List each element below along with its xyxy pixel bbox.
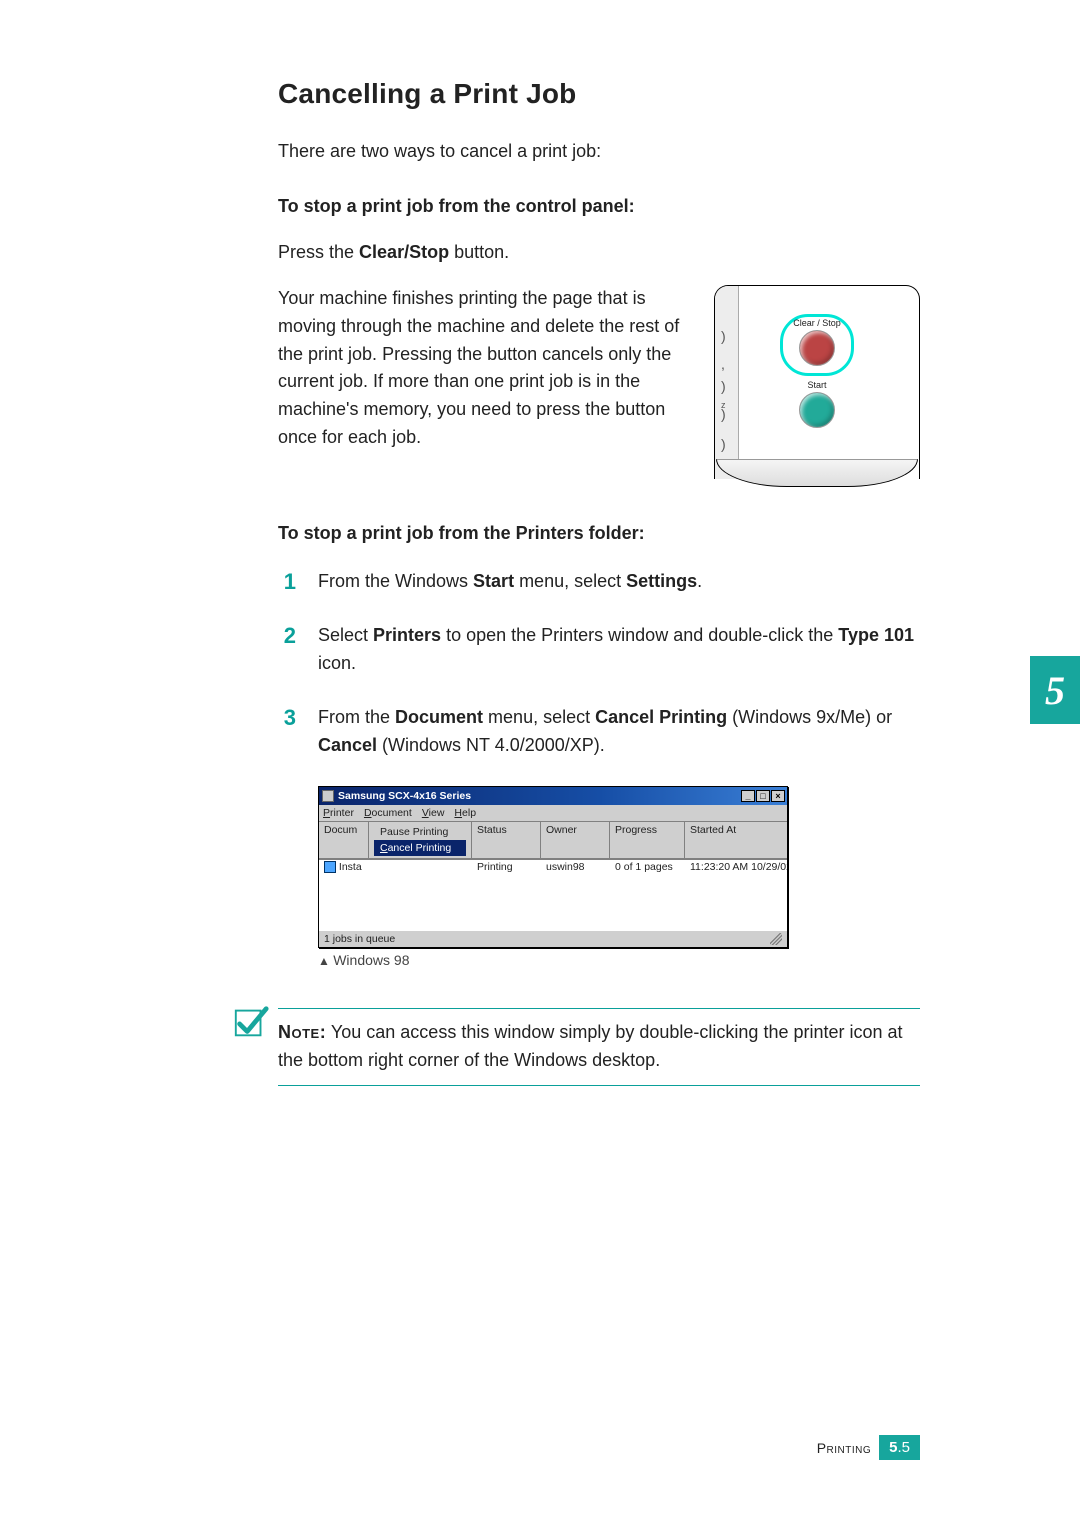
step-2: 2 Select Printers to open the Printers w…	[278, 622, 920, 678]
step-text: Select Printers to open the Printers win…	[318, 622, 920, 678]
col-owner[interactable]: Owner	[541, 822, 610, 858]
row-started: 11:23:20 AM 10/29/02	[685, 860, 787, 874]
footer-section: Printing	[817, 1440, 871, 1456]
press-suffix: button.	[449, 242, 509, 262]
section2-title: To stop a print job from the Printers fo…	[278, 523, 920, 544]
menu-pause-printing[interactable]: Pause Printing	[374, 824, 466, 840]
col-progress[interactable]: Progress	[610, 822, 685, 858]
row-progress: 0 of 1 pages	[610, 860, 685, 874]
step-number: 3	[278, 704, 296, 760]
column-headers: Docum Pause Printing Cancel Printing Sta…	[319, 822, 787, 859]
col-document[interactable]: Docum	[319, 822, 369, 858]
step-number: 1	[278, 568, 296, 597]
clearstop-button	[799, 330, 835, 366]
resize-grip[interactable]	[770, 933, 782, 945]
note-text: You can access this window simply by dou…	[278, 1022, 903, 1070]
row-status: Printing	[472, 860, 541, 874]
step-text: From the Document menu, select Cancel Pr…	[318, 704, 920, 760]
page-number: 5.5	[879, 1435, 920, 1460]
table-row[interactable]: Insta Printing uswin98 0 of 1 pages 11:2…	[319, 860, 787, 874]
menu-document[interactable]: Document	[364, 807, 412, 819]
maximize-button[interactable]: □	[756, 790, 770, 802]
panel-left-edge: ) , ) z ) )	[714, 286, 739, 479]
print-queue-window: Samsung SCX-4x16 Series _ □ × Printer Do…	[318, 786, 788, 948]
page-footer: Printing 5.5	[817, 1435, 920, 1460]
col-started[interactable]: Started At	[685, 822, 787, 858]
section1-title: To stop a print job from the control pan…	[278, 196, 920, 217]
close-button[interactable]: ×	[771, 790, 785, 802]
note-label: Note:	[278, 1022, 326, 1042]
press-prefix: Press the	[278, 242, 359, 262]
doc-icon	[324, 861, 336, 873]
step-3: 3 From the Document menu, select Cancel …	[278, 704, 920, 760]
note-block: Note: You can access this window simply …	[278, 1008, 920, 1086]
chapter-tab: 5	[1030, 656, 1080, 724]
step-text: From the Windows Start menu, select Sett…	[318, 568, 702, 597]
menu-view[interactable]: View	[422, 807, 445, 819]
col-status[interactable]: Status	[472, 822, 541, 858]
minimize-button[interactable]: _	[741, 790, 755, 802]
step-1: 1 From the Windows Start menu, select Se…	[278, 568, 920, 597]
control-panel-illustration: ) , ) z ) ) Clear / Stop Start	[714, 285, 920, 479]
menu-bar: Printer Document View Help	[319, 805, 787, 822]
printer-icon	[322, 790, 334, 802]
menu-printer[interactable]: Printer	[323, 807, 354, 819]
status-bar: 1 jobs in queue	[319, 929, 787, 947]
start-label: Start	[807, 380, 826, 390]
status-text: 1 jobs in queue	[324, 933, 395, 945]
intro-paragraph: There are two ways to cancel a print job…	[278, 138, 920, 166]
row-docname: Insta	[339, 861, 362, 873]
press-bold: Clear/Stop	[359, 242, 449, 262]
checkmark-icon	[232, 1002, 270, 1042]
steps-list: 1 From the Windows Start menu, select Se…	[278, 568, 920, 760]
menu-help[interactable]: Help	[454, 807, 476, 819]
press-instruction: Press the Clear/Stop button.	[278, 239, 920, 267]
document-menu-dropdown: Pause Printing Cancel Printing	[369, 822, 472, 858]
page-title: Cancelling a Print Job	[278, 78, 920, 110]
window-titlebar[interactable]: Samsung SCX-4x16 Series _ □ ×	[319, 787, 787, 805]
row-owner: uswin98	[541, 860, 610, 874]
section1-paragraph: Your machine finishes printing the page …	[278, 285, 696, 452]
start-button	[799, 392, 835, 428]
step-number: 2	[278, 622, 296, 678]
clearstop-label: Clear / Stop	[793, 318, 841, 328]
window-title: Samsung SCX-4x16 Series	[338, 790, 741, 802]
figure-caption: Windows 98	[318, 952, 920, 968]
menu-cancel-printing[interactable]: Cancel Printing	[374, 840, 466, 856]
